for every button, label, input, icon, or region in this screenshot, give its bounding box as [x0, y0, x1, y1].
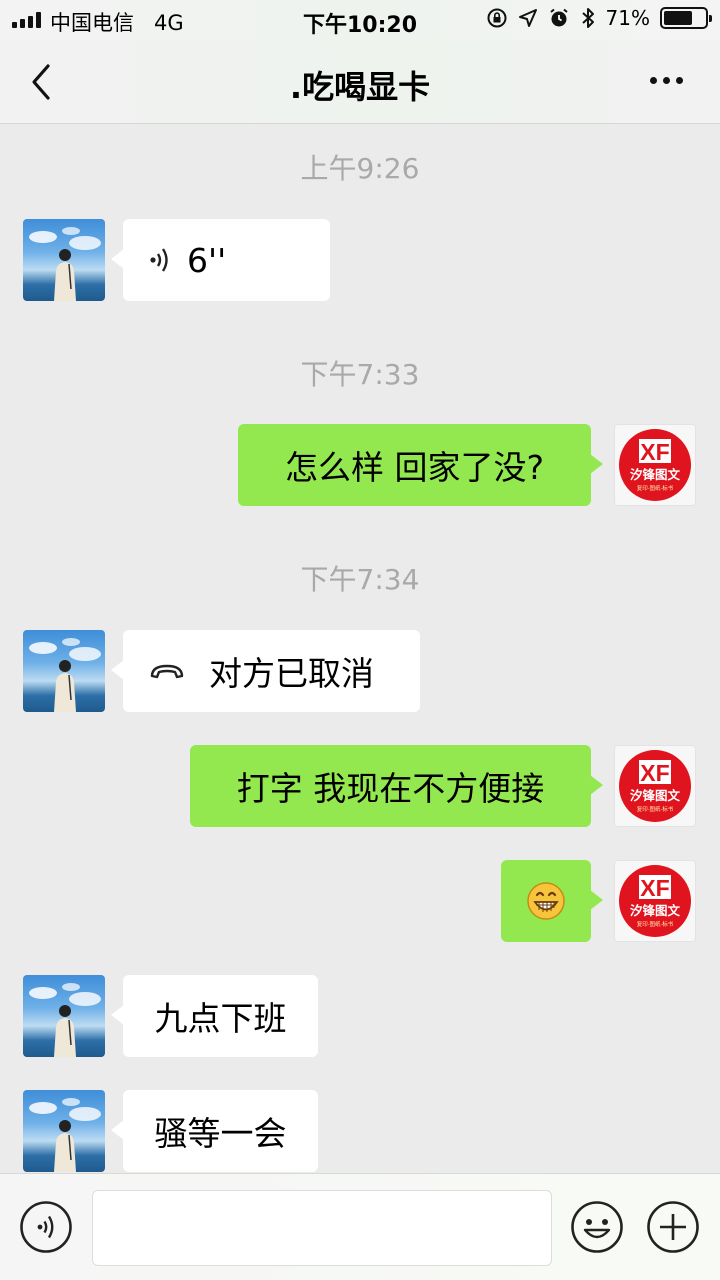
my-avatar[interactable]: XF 汐锋图文 复印·图纸·标书 [614, 424, 696, 506]
sent-message-bubble[interactable]: 打字 我现在不方便接 [190, 745, 603, 827]
contact-avatar[interactable] [23, 975, 105, 1057]
timestamp: 上午9:26 [300, 152, 420, 185]
my-avatar[interactable]: XF 汐锋图文 复印·图纸·标书 [614, 745, 696, 827]
logo-name: 汐锋图文 [630, 903, 681, 918]
contact-avatar[interactable] [23, 219, 105, 301]
logo-slogan: 复印·图纸·标书 [637, 484, 674, 492]
rotation-lock-icon [487, 8, 507, 28]
bluetooth-icon [581, 8, 594, 28]
status-icons: 71% [486, 6, 712, 30]
message-text: 九点下班 [154, 999, 287, 1038]
logo-name: 汐锋图文 [630, 788, 681, 803]
call-status-text: 对方已取消 [209, 654, 374, 693]
message-text: 怎么样 回家了没? [284, 448, 544, 487]
logo-name: 汐锋图文 [630, 467, 681, 482]
my-avatar[interactable]: XF 汐锋图文 复印·图纸·标书 [614, 860, 696, 942]
battery-fill [664, 11, 693, 25]
contact-avatar[interactable] [23, 630, 105, 712]
voice-input-icon [20, 1201, 72, 1253]
logo-slogan: 复印·图纸·标书 [637, 920, 674, 928]
message-text: 骚等一会 [154, 1114, 287, 1153]
voice-duration: 6'' [187, 240, 227, 280]
logo-xf: XF [640, 875, 669, 901]
alarm-icon [549, 8, 568, 27]
chat-area[interactable]: 上午9:26 6'' 下午7:33 怎么样 回家了没? XF 汐锋图文 复印·图 [0, 125, 720, 1173]
nav-bar: .吃喝显卡 [0, 40, 720, 124]
phone-hangup-icon [150, 664, 184, 679]
sent-emoji-bubble[interactable] [501, 860, 603, 942]
emoji-smile-icon [571, 1201, 623, 1253]
logo-xf: XF [640, 439, 669, 465]
emoji-button[interactable] [570, 1200, 624, 1254]
logo-xf: XF [640, 760, 669, 786]
message-text: 打字 我现在不方便接 [236, 769, 545, 808]
sent-message-bubble[interactable]: 怎么样 回家了没? [238, 424, 603, 506]
status-bar: 中国电信 4G 下午10:20 71% [0, 0, 720, 40]
chat-title: .吃喝显卡 [289, 68, 431, 106]
more-actions-button[interactable] [646, 1200, 700, 1254]
voice-message-bubble[interactable]: 6'' [111, 219, 330, 301]
plus-circle-icon [647, 1201, 699, 1253]
more-button[interactable] [650, 70, 690, 90]
battery-icon [660, 7, 712, 29]
received-message-bubble[interactable]: 骚等一会 [111, 1090, 318, 1172]
grin-emoji-icon [527, 882, 565, 920]
timestamp: 下午7:34 [300, 563, 420, 596]
timestamp: 下午7:33 [300, 358, 420, 391]
more-dots-icon [650, 76, 657, 84]
message-input[interactable] [92, 1190, 552, 1266]
logo-slogan: 复印·图纸·标书 [637, 805, 674, 813]
contact-avatar[interactable] [23, 1090, 105, 1172]
call-message-bubble[interactable]: 对方已取消 [111, 630, 420, 712]
location-icon [518, 9, 537, 27]
battery-percent: 71% [605, 6, 650, 30]
voice-icon [150, 248, 168, 272]
received-message-bubble[interactable]: 九点下班 [111, 975, 318, 1057]
input-bar [0, 1173, 720, 1280]
voice-input-button[interactable] [19, 1200, 73, 1254]
